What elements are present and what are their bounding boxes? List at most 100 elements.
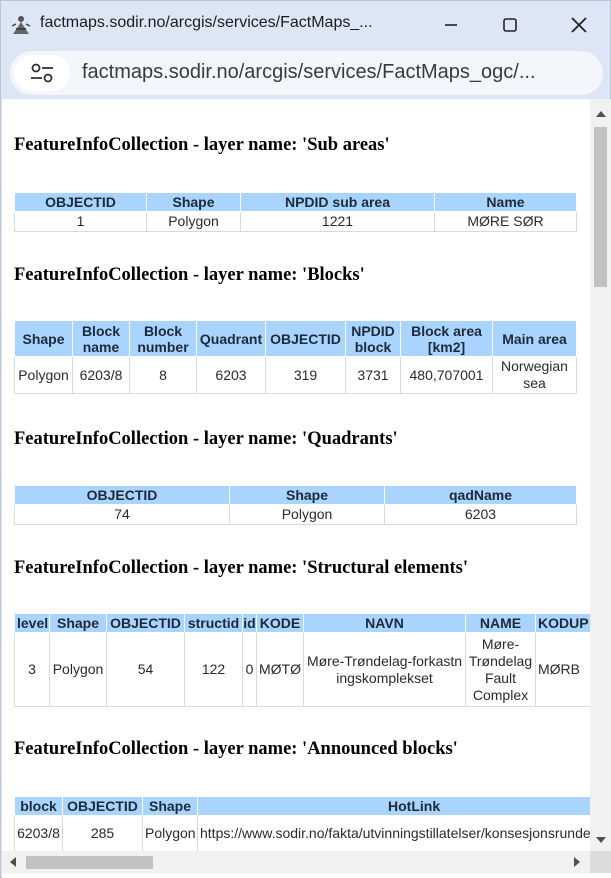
column-header: OBJECTID [14,192,147,212]
column-header: qadName [384,485,577,505]
table-header-row: Shape Block name Block number Quadrant O… [14,320,577,357]
table-cell: 319 [265,356,346,394]
column-header: OBJECTID [265,320,346,357]
window-title: factmaps.sodir.no/arcgis/services/FactMa… [40,14,373,31]
column-header: OBJECTID [106,613,185,633]
table-header-row: level Shape OBJECTID structid id KODE NA… [14,613,590,633]
quadrants-title: FeatureInfoCollection - layer name: 'Qua… [14,429,398,449]
table-cell: MØTØ [256,632,304,707]
table-cell: 3 [14,632,50,707]
scroll-left-arrow-icon[interactable] [10,857,16,867]
url-text[interactable]: factmaps.sodir.no/arcgis/services/FactMa… [82,61,536,84]
site-favicon-icon [10,14,32,36]
structural-elements-table: level Shape OBJECTID structid id KODE NA… [14,613,590,707]
table-cell: Polygon [14,356,73,394]
table-cell: Møre-Trøndelag Fault Complex [465,632,536,707]
column-header: OBJECTID [14,485,230,505]
table-cell: 6203 [384,504,577,525]
table-cell: 6203/8 [14,815,63,851]
maximize-button[interactable] [490,9,530,41]
table-cell: 3731 [345,356,401,394]
table-row: 1 Polygon 1221 MØRE SØR [14,211,577,232]
column-header: KODUP [535,613,590,633]
column-header: KODE [256,613,304,633]
table-cell: 6203 [196,356,266,394]
column-header: structid [184,613,243,633]
column-header: Block number [129,320,197,357]
table-row: 74 Polygon 6203 [14,504,577,525]
column-header: Shape [146,192,241,212]
column-header: Quadrant [196,320,266,357]
scroll-down-arrow-icon[interactable] [596,837,606,843]
site-settings-button[interactable] [14,55,70,91]
table-cell: 0 [242,632,257,707]
table-cell: 74 [14,504,230,525]
table-cell: 8 [129,356,197,394]
close-button[interactable] [559,9,599,41]
column-header: Main area [492,320,577,357]
column-header: NPDID sub area [240,192,435,212]
sub-areas-title: FeatureInfoCollection - layer name: 'Sub… [14,135,390,155]
column-header: Shape [49,613,107,633]
table-row: 6203/8 285 Polygon https://www.sodir.no/… [14,815,590,851]
column-header: Name [434,192,577,212]
table-cell: MØRB [535,632,590,707]
tune-settings-icon [31,63,53,83]
table-cell: 1221 [240,211,435,232]
table-header-row: OBJECTID Shape qadName [14,485,577,505]
maximize-icon [503,18,517,32]
table-cell: 480,707001 [400,356,493,394]
structural-elements-title: FeatureInfoCollection - layer name: 'Str… [14,558,469,578]
close-icon [571,17,587,33]
horizontal-scroll-thumb[interactable] [26,856,153,869]
column-header: Shape [229,485,385,505]
quadrants-table: OBJECTID Shape qadName 74 Polygon 6203 [14,485,577,525]
sub-areas-table: OBJECTID Shape NPDID sub area Name 1 Pol… [14,192,577,232]
page-content: FeatureInfoCollection - layer name: 'Sub… [2,99,590,851]
table-cell: 1 [14,211,147,232]
minimize-icon [445,24,457,26]
table-header-row: OBJECTID Shape NPDID sub area Name [14,192,577,212]
table-cell: 6203/8 [72,356,130,394]
minimize-button[interactable] [431,9,471,41]
column-header: OBJECTID [62,796,143,816]
table-cell: Møre-Trøndelag-forkastningskomplekset [303,632,466,707]
column-header: NPDID block [345,320,401,357]
hotlink-cell[interactable]: https://www.sodir.no/fakta/utvinningstil… [197,815,590,851]
table-header-row: block OBJECTID Shape HotLink [14,796,590,816]
column-header: level [14,613,50,633]
table-cell: 285 [62,815,143,851]
table-row: 3 Polygon 54 122 0 MØTØ Møre-Trøndelag-f… [14,632,590,707]
horizontal-scrollbar[interactable] [2,851,590,873]
blocks-table: Shape Block name Block number Quadrant O… [14,320,577,394]
column-header: NAME [465,613,536,633]
table-cell: MØRE SØR [434,211,577,232]
table-cell: Polygon [142,815,198,851]
table-cell: Polygon [146,211,241,232]
table-cell: 54 [106,632,185,707]
announced-blocks-title: FeatureInfoCollection - layer name: 'Ann… [14,739,458,759]
column-header: block [14,796,63,816]
announced-blocks-table: block OBJECTID Shape HotLink 6203/8 285 … [14,796,590,851]
column-header: NAVN [303,613,466,633]
title-bar: factmaps.sodir.no/arcgis/services/FactMa… [1,1,610,49]
column-header: Block area [km2] [400,320,493,357]
scroll-right-arrow-icon[interactable] [574,857,580,867]
address-bar[interactable]: factmaps.sodir.no/arcgis/services/FactMa… [10,51,603,95]
column-header: Shape [14,320,73,357]
vertical-scrollbar[interactable] [590,99,611,851]
scrollbar-corner [590,851,611,873]
column-header: HotLink [197,796,590,816]
table-cell: Norwegian sea [492,356,577,394]
column-header: Block name [72,320,130,357]
vertical-scroll-thumb[interactable] [594,127,607,287]
browser-popup-window: factmaps.sodir.no/arcgis/services/FactMa… [0,0,611,878]
column-header: Shape [142,796,198,816]
table-cell: Polygon [49,632,107,707]
blocks-title: FeatureInfoCollection - layer name: 'Blo… [14,265,365,285]
table-cell: 122 [184,632,243,707]
table-row: Polygon 6203/8 8 6203 319 3731 480,70700… [14,356,577,394]
scroll-up-arrow-icon[interactable] [596,111,606,117]
column-header: id [242,613,257,633]
page-viewport: FeatureInfoCollection - layer name: 'Sub… [2,99,611,878]
